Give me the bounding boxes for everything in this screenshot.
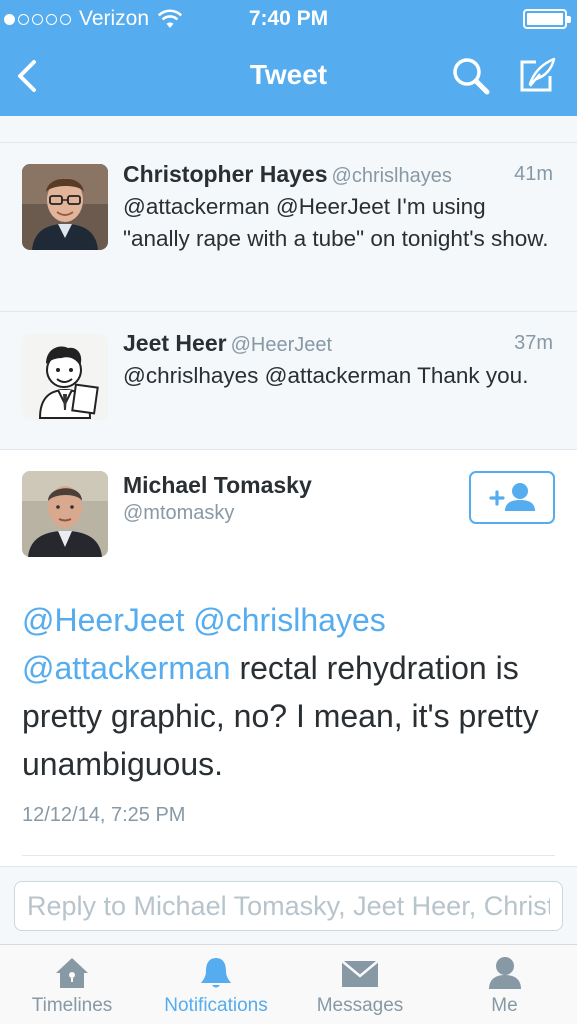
main-tweet: Michael Tomasky @mtomasky @HeerJeet @chr…	[0, 450, 577, 866]
person-icon	[488, 957, 521, 989]
tweet-author-handle[interactable]: @mtomasky	[123, 502, 234, 525]
battery-icon	[523, 9, 571, 29]
avatar-image	[22, 334, 108, 420]
avatar[interactable]	[22, 164, 108, 250]
tab-label: Timelines	[31, 995, 113, 1016]
avatar-image	[22, 164, 108, 250]
tab-label: Messages	[316, 995, 404, 1016]
tweet-timestamp: 41m	[514, 163, 553, 185]
search-icon[interactable]	[450, 55, 492, 97]
conversation-gap	[0, 116, 577, 143]
reply-tweet[interactable]: Christopher Hayes @chrislhayes 41m @attac…	[0, 143, 577, 312]
tab-label: Me	[491, 995, 518, 1016]
envelope-icon	[341, 960, 379, 987]
bell-icon	[201, 958, 231, 988]
reply-input[interactable]	[14, 881, 563, 931]
home-icon	[56, 958, 88, 988]
avatar[interactable]	[22, 334, 108, 420]
tab-bar: Timelines Notifications Messages Me	[0, 944, 577, 1024]
battery-level	[527, 13, 563, 25]
tweet-author-handle[interactable]: @HeerJeet	[231, 334, 332, 356]
avatar-image	[22, 471, 108, 557]
tweet-author-name[interactable]: Jeet Heer	[123, 330, 227, 356]
tab-me[interactable]: Me	[432, 945, 577, 1024]
tweet-date: 12/12/14, 7:25 PM	[22, 804, 186, 826]
reply-bar	[0, 866, 577, 944]
add-user-icon	[489, 483, 535, 511]
reply-tweet[interactable]: Jeet Heer @HeerJeet 37m @chrislhayes @att…	[0, 312, 577, 450]
tweet-author-handle[interactable]: @chrislhayes	[332, 165, 452, 187]
tab-notifications[interactable]: Notifications	[144, 945, 288, 1024]
compose-icon[interactable]	[514, 54, 558, 98]
tab-messages[interactable]: Messages	[288, 945, 432, 1024]
tweet-author-name[interactable]: Christopher Hayes	[123, 161, 328, 187]
tweet-text: @attackerman @HeerJeet I'm using "anally…	[123, 194, 549, 251]
tweet-author-name[interactable]: Michael Tomasky	[123, 472, 312, 499]
tab-label: Notifications	[164, 995, 268, 1016]
tweet-header: Jeet Heer @HeerJeet 37m	[123, 330, 553, 357]
follow-button[interactable]	[469, 471, 555, 524]
mention-link[interactable]: @HeerJeet	[22, 602, 184, 638]
tweet-timestamp: 37m	[514, 332, 553, 354]
navigation-bar: Tweet	[0, 38, 577, 116]
battery-tip	[567, 16, 571, 23]
tab-timelines[interactable]: Timelines	[0, 945, 144, 1024]
divider	[22, 855, 555, 856]
tweet-text: @chrislhayes @attackerman Thank you.	[123, 363, 529, 388]
status-time: 7:40 PM	[248, 7, 329, 30]
status-bar: Verizon 7:40 PM	[0, 0, 577, 38]
app-header: Verizon 7:40 PM Tweet	[0, 0, 577, 116]
avatar[interactable]	[22, 471, 108, 557]
tweet-header: Christopher Hayes @chrislhayes 41m	[123, 161, 553, 188]
tweet-text: @HeerJeet @chrislhayes @attackerman rect…	[22, 596, 562, 788]
mention-link[interactable]: @chrislhayes	[193, 602, 386, 638]
mention-link[interactable]: @attackerman	[22, 650, 231, 686]
